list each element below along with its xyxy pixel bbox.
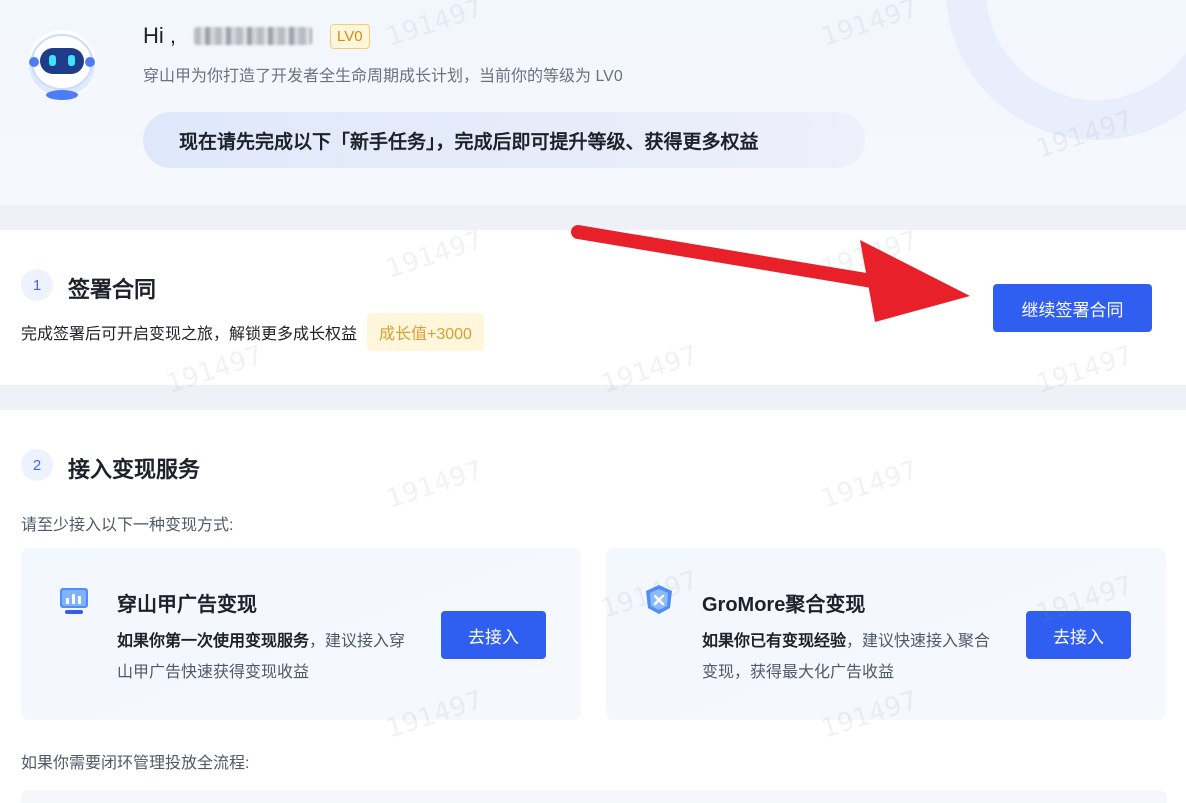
integrate-gromore-button[interactable]: 去接入: [1026, 611, 1131, 659]
continue-sign-contract-button[interactable]: 继续签署合同: [993, 284, 1152, 332]
step-title: 接入变现服务: [68, 457, 201, 482]
robot-avatar-icon: [28, 30, 96, 100]
closed-loop-card: [21, 790, 1167, 803]
level-badge: LV0: [330, 23, 370, 49]
level-subtitle: 穿山甲为你打造了开发者全生命周期成长计划，当前你的等级为 LV0: [143, 68, 623, 85]
step-number: 2: [21, 449, 53, 481]
step-title: 签署合同: [68, 277, 157, 302]
card-description: 如果你第一次使用变现服务，建议接入穿山甲广告快速获得变现收益: [117, 626, 417, 688]
step-description: 完成签署后可开启变现之旅，解锁更多成长权益: [21, 326, 358, 343]
gromore-card: GroMore聚合变现 如果你已有变现经验，建议快速接入聚合变现，获得最大化广告…: [606, 548, 1166, 720]
step-number: 1: [21, 269, 53, 301]
step-integrate-monetization: 2 接入变现服务 请至少接入以下一种变现方式: 穿山甲广告变现 如果你第一次使用…: [0, 410, 1186, 803]
aggregate-shield-icon: [646, 585, 672, 614]
header-decoration: [946, 0, 1186, 140]
chart-monitor-icon: [60, 588, 88, 614]
pangle-ads-card: 穿山甲广告变现 如果你第一次使用变现服务，建议接入穿山甲广告快速获得变现收益 去…: [21, 548, 581, 720]
greeting-text: Hi ,: [143, 23, 176, 48]
step-sign-contract: 1 签署合同 完成签署后可开启变现之旅，解锁更多成长权益 成长值+3000 继续…: [0, 230, 1186, 385]
header-section: Hi , LV0 穿山甲为你打造了开发者全生命周期成长计划，当前你的等级为 LV…: [0, 0, 1186, 205]
step-description-row: 完成签署后可开启变现之旅，解锁更多成长权益 成长值+3000: [21, 313, 484, 351]
username-blurred: [194, 27, 312, 45]
card-title: GroMore聚合变现: [702, 594, 866, 616]
greeting-row: Hi , LV0: [143, 20, 370, 52]
growth-value-tag: 成长值+3000: [367, 313, 484, 351]
monetization-hint: 请至少接入以下一种变现方式:: [21, 517, 234, 534]
integrate-pangle-button[interactable]: 去接入: [441, 611, 546, 659]
card-description-bold: 如果你第一次使用变现服务: [117, 633, 310, 650]
card-title: 穿山甲广告变现: [117, 594, 257, 616]
newbie-task-banner: 现在请先完成以下「新手任务」，完成后即可提升等级、获得更多权益: [143, 112, 865, 168]
closed-loop-hint: 如果你需要闭环管理投放全流程:: [21, 755, 250, 772]
card-description-bold: 如果你已有变现经验: [702, 633, 847, 650]
card-description: 如果你已有变现经验，建议快速接入聚合变现，获得最大化广告收益: [702, 626, 1002, 688]
